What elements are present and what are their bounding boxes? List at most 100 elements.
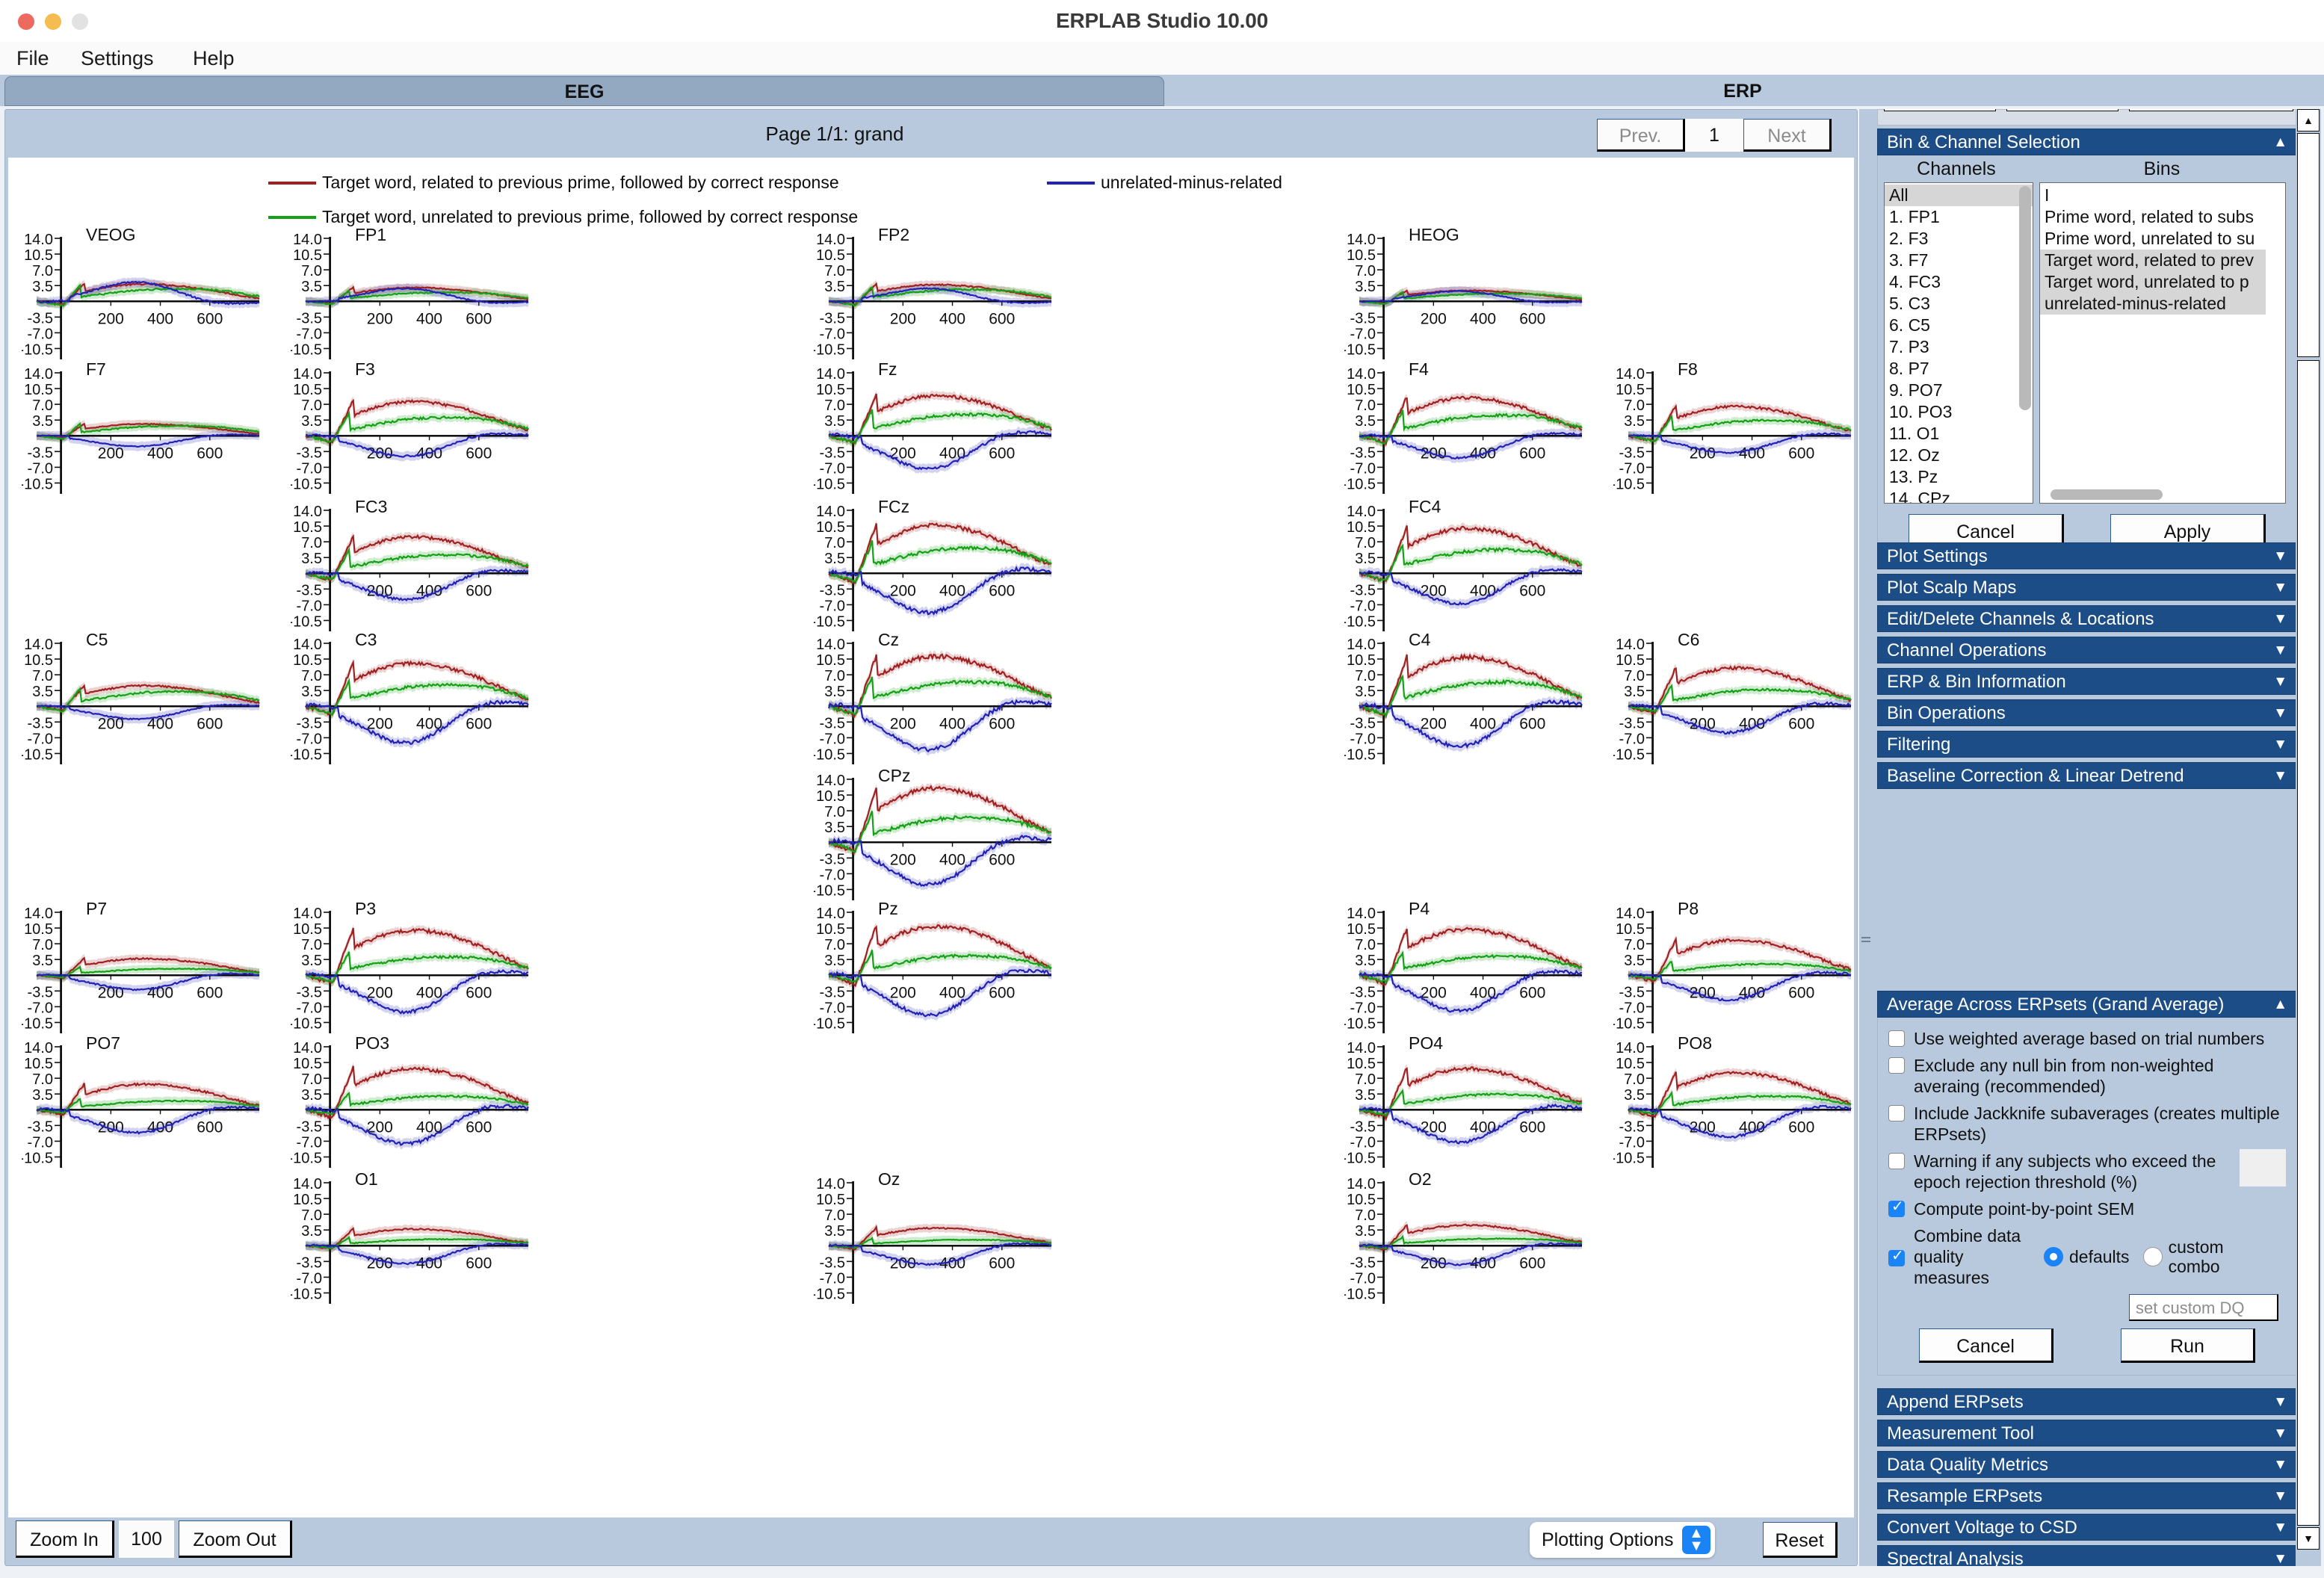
chevron-updown-icon[interactable]: ▲ ▼	[1682, 1526, 1710, 1554]
channel-list-item[interactable]: 14. CPz	[1885, 488, 2033, 503]
zoom-in-button[interactable]: Zoom In	[16, 1520, 114, 1558]
channels-listbox[interactable]: All 1. FP1 2. F3 3. F7 4. FC3 5. C3 6. C5 7. P3…	[1884, 182, 2033, 504]
channel-list-item[interactable]: 1. FP1	[1885, 206, 2033, 228]
waveform-panel-fp1[interactable]: 14.0 10.5 7.0 3.5 -3.5 -7.0 -10.5 200 400 600 FP1	[291, 225, 537, 368]
section-header-filtering[interactable]: Filtering ▼	[1877, 731, 2297, 758]
channels-list-scrollbar[interactable]	[2019, 186, 2031, 410]
chevron-down-icon[interactable]: ▼	[2273, 731, 2287, 758]
chevron-down-icon[interactable]: ▼	[2273, 700, 2287, 727]
waveform-panel-f3[interactable]: 14.0 10.5 7.0 3.5 -3.5 -7.0 -10.5 200 400 600 F3	[291, 359, 537, 502]
radio-defaults[interactable]	[2044, 1247, 2063, 1266]
prev-page-button[interactable]: Prev.	[1597, 119, 1685, 152]
pane-splitter[interactable]	[1859, 109, 1873, 1566]
page-number-field[interactable]: 1	[1685, 119, 1743, 152]
channel-list-item[interactable]: 5. C3	[1885, 293, 2033, 315]
option-jackknife[interactable]: Include Jackknife subaverages (creates m…	[1878, 1100, 2296, 1148]
chevron-down-icon[interactable]: ▼	[2273, 1483, 2287, 1510]
channel-list-item[interactable]: 12. Oz	[1885, 445, 2033, 466]
radio-custom-combo[interactable]	[2142, 1247, 2163, 1266]
waveform-panel-cz[interactable]: 14.0 10.5 7.0 3.5 -3.5 -7.0 -10.5 200 400 600 Cz	[814, 630, 1060, 773]
waveform-panel-p3[interactable]: 14.0 10.5 7.0 3.5 -3.5 -7.0 -10.5 200 400 600 P3	[291, 899, 537, 1042]
waveform-panel-o1[interactable]: 14.0 10.5 7.0 3.5 -3.5 -7.0 -10.5 200 400 600 O1	[291, 1169, 537, 1312]
channel-list-item[interactable]: 2. F3	[1885, 228, 2033, 250]
channel-list-item[interactable]: 4. FC3	[1885, 271, 2033, 293]
channel-list-item[interactable]: 7. P3	[1885, 336, 2033, 358]
chevron-down-icon[interactable]: ▼	[2273, 1514, 2287, 1541]
option-exclude-null-bin[interactable]: Exclude any null bin from non-weighted a…	[1878, 1052, 2296, 1100]
scroll-up-arrow-icon[interactable]: ▲	[2297, 109, 2320, 132]
scrollbar-thumb-upper[interactable]	[2297, 133, 2320, 357]
option-rejection-warning[interactable]: Warning if any subjects who exceed the e…	[1878, 1148, 2296, 1195]
waveform-panel-fc3[interactable]: 14.0 10.5 7.0 3.5 -3.5 -7.0 -10.5 200 400 600 FC3	[291, 497, 537, 640]
chevron-down-icon[interactable]: ▼	[2273, 575, 2287, 601]
tab-eeg[interactable]: EEG	[4, 76, 1164, 106]
waveform-panel-po8[interactable]: 14.0 10.5 7.0 3.5 -3.5 -7.0 -10.5 200 400 600 PO8	[1613, 1033, 1854, 1176]
scroll-down-arrow-icon[interactable]: ▼	[2297, 1527, 2320, 1550]
waveform-panel-c3[interactable]: 14.0 10.5 7.0 3.5 -3.5 -7.0 -10.5 200 400 600 C3	[291, 630, 537, 773]
bins-listbox[interactable]: I Prime word, related to subs Prime word, …	[2039, 182, 2286, 504]
section-header-channel-operations[interactable]: Channel Operations ▼	[1877, 637, 2297, 663]
chevron-down-icon[interactable]: ▼	[2273, 1420, 2287, 1447]
section-header-baseline-correction-linear-detrend[interactable]: Baseline Correction & Linear Detrend ▼	[1877, 762, 2297, 789]
section-header-average-across-erpsets[interactable]: Average Across ERPsets (Grand Average) ▲	[1877, 991, 2297, 1018]
chevron-up-icon[interactable]: ▲	[2273, 129, 2287, 156]
section-header-bin-operations[interactable]: Bin Operations ▼	[1877, 699, 2297, 726]
section-header-plot-scalp-maps[interactable]: Plot Scalp Maps ▼	[1877, 574, 2297, 601]
waveform-panel-c5[interactable]: 14.0 10.5 7.0 3.5 -3.5 -7.0 -10.5 200 400 600 C5	[22, 630, 268, 773]
section-header-erp-bin-information[interactable]: ERP & Bin Information ▼	[1877, 668, 2297, 695]
section-header-measurement-tool[interactable]: Measurement Tool ▼	[1877, 1420, 2297, 1446]
average-run-button[interactable]: Run	[2121, 1328, 2255, 1363]
custom-dq-combo-input[interactable]: set custom DQ combo	[2129, 1294, 2278, 1344]
bin-list-item[interactable]: unrelated-minus-related	[2040, 293, 2266, 315]
zoom-level-field[interactable]: 100	[119, 1520, 174, 1558]
channel-list-item[interactable]: 8. P7	[1885, 358, 2033, 380]
waveform-panel-f7[interactable]: 14.0 10.5 7.0 3.5 -3.5 -7.0 -10.5 200 400 600 F7	[22, 359, 268, 502]
checkbox-jackknife[interactable]	[1888, 1105, 1905, 1121]
chevron-down-icon[interactable]: ▼	[2273, 1452, 2287, 1479]
channel-list-item[interactable]: 13. Pz	[1885, 466, 2033, 488]
channel-list-item[interactable]: 9. PO7	[1885, 380, 2033, 401]
waveform-panel-fc4[interactable]: 14.0 10.5 7.0 3.5 -3.5 -7.0 -10.5 200 400 600 FC4	[1344, 497, 1591, 640]
hidden-button-1[interactable]	[1884, 109, 1996, 111]
splitter-grip-icon[interactable]	[1861, 937, 1870, 947]
waveform-panel-c6[interactable]: 14.0 10.5 7.0 3.5 -3.5 -7.0 -10.5 200 400 600 C6	[1613, 630, 1854, 773]
section-header-plot-settings[interactable]: Plot Settings ▼	[1877, 542, 2297, 569]
chevron-down-icon[interactable]: ▼	[2273, 763, 2287, 790]
checkbox-combine-dq[interactable]	[1888, 1248, 1905, 1266]
section-header-convert-voltage-to-csd[interactable]: Convert Voltage to CSD ▼	[1877, 1514, 2297, 1541]
checkbox-exclude-null-bin[interactable]	[1888, 1057, 1905, 1074]
chevron-down-icon[interactable]: ▼	[2273, 606, 2287, 633]
waveform-panel-heog[interactable]: 14.0 10.5 7.0 3.5 -3.5 -7.0 -10.5 200 400 600 HEOG	[1344, 225, 1591, 368]
waveform-panel-f4[interactable]: 14.0 10.5 7.0 3.5 -3.5 -7.0 -10.5 200 400 600 F4	[1344, 359, 1591, 502]
waveform-panel-o2[interactable]: 14.0 10.5 7.0 3.5 -3.5 -7.0 -10.5 200 400 600 O2	[1344, 1169, 1591, 1312]
channel-list-item[interactable]: All	[1885, 185, 2033, 206]
bin-list-item[interactable]: Target word, unrelated to p	[2040, 271, 2266, 293]
waveform-panel-pz[interactable]: 14.0 10.5 7.0 3.5 -3.5 -7.0 -10.5 200 400 600 Pz	[814, 899, 1060, 1042]
waveform-panel-fz[interactable]: 14.0 10.5 7.0 3.5 -3.5 -7.0 -10.5 200 400 600 Fz	[814, 359, 1060, 502]
section-header-append-erpsets[interactable]: Append ERPsets ▼	[1877, 1388, 2297, 1415]
option-weighted-average[interactable]: Use weighted average based on trial numb…	[1878, 1025, 2296, 1052]
rejection-threshold-input[interactable]	[2240, 1149, 2286, 1186]
chevron-up-icon[interactable]: ▲	[2273, 991, 2287, 1018]
bin-list-item[interactable]: Prime word, unrelated to su	[2040, 228, 2266, 250]
waveform-panel-f8[interactable]: 14.0 10.5 7.0 3.5 -3.5 -7.0 -10.5 200 400 600 F8	[1613, 359, 1854, 502]
waveform-panel-p4[interactable]: 14.0 10.5 7.0 3.5 -3.5 -7.0 -10.5 200 400 600 P4	[1344, 899, 1591, 1042]
channel-list-item[interactable]: 11. O1	[1885, 423, 2033, 445]
chevron-down-icon[interactable]: ▼	[2273, 669, 2287, 696]
section-header-resample-erpsets[interactable]: Resample ERPsets ▼	[1877, 1482, 2297, 1509]
plotting-options-select[interactable]: Plotting Options ▲ ▼	[1530, 1522, 1715, 1558]
waveform-panel-c4[interactable]: 14.0 10.5 7.0 3.5 -3.5 -7.0 -10.5 200 400 600 C4	[1344, 630, 1591, 773]
waveform-panel-po7[interactable]: 14.0 10.5 7.0 3.5 -3.5 -7.0 -10.5 200 400 600 PO7	[22, 1033, 268, 1176]
reset-button[interactable]: Reset	[1763, 1522, 1838, 1558]
menu-item-file[interactable]: File	[7, 42, 58, 75]
waveform-panel-po3[interactable]: 14.0 10.5 7.0 3.5 -3.5 -7.0 -10.5 200 400 600 PO3	[291, 1033, 537, 1176]
channel-list-item[interactable]: 10. PO3	[1885, 401, 2033, 423]
option-point-by-point-sem[interactable]: Compute point-by-point SEM	[1878, 1195, 2296, 1222]
waveform-panel-fp2[interactable]: 14.0 10.5 7.0 3.5 -3.5 -7.0 -10.5 200 400 600 FP2	[814, 225, 1060, 368]
menu-item-help[interactable]: Help	[184, 42, 244, 75]
erp-waveform-canvas[interactable]: Target word, related to previous prime, …	[8, 158, 1854, 1517]
checkbox-point-by-point-sem[interactable]	[1888, 1198, 1905, 1217]
waveform-panel-p8[interactable]: 14.0 10.5 7.0 3.5 -3.5 -7.0 -10.5 200 400 600 P8	[1613, 899, 1854, 1042]
chevron-down-icon[interactable]: ▼	[2273, 1389, 2287, 1416]
channel-list-item[interactable]: 6. C5	[1885, 315, 2033, 336]
